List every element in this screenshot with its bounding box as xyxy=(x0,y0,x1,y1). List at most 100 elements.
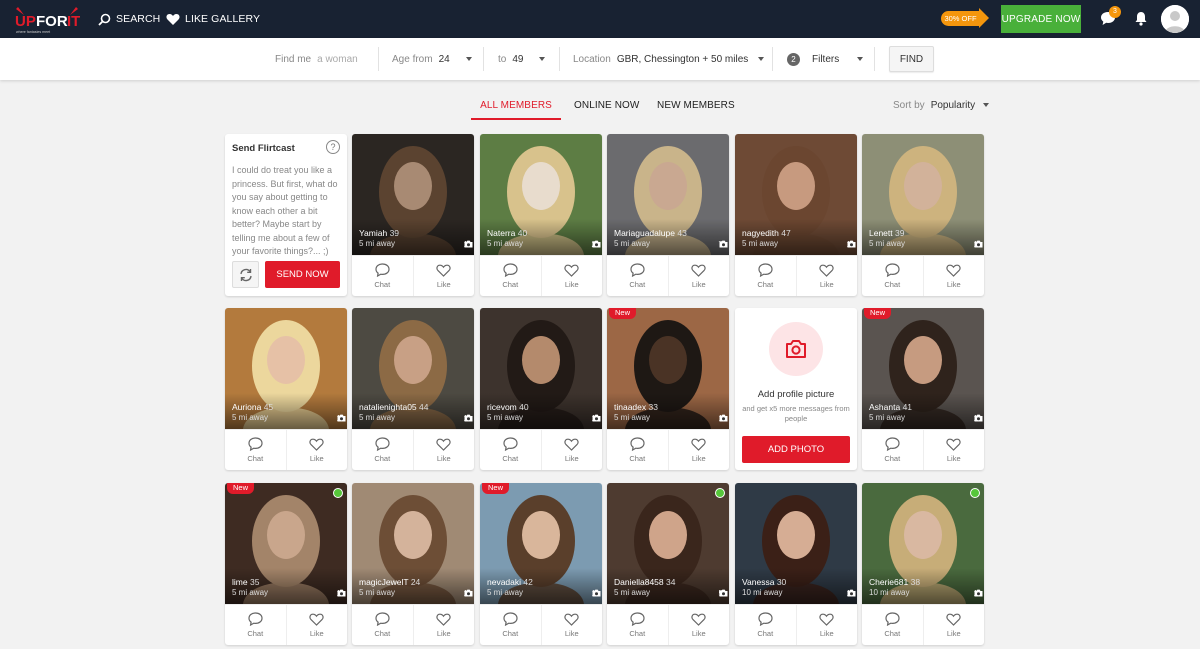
member-photo[interactable]: New tinaadex 335 mi away 1 xyxy=(607,308,729,429)
member-age: 35 xyxy=(249,577,260,587)
upforit-logo[interactable]: UP FOR IT where fantasies meet xyxy=(14,5,80,35)
photo-count: 1 xyxy=(719,414,728,423)
like-button[interactable]: Like xyxy=(414,430,475,470)
like-button[interactable]: Like xyxy=(924,605,985,645)
member-photo[interactable]: New lime 355 mi away 1 xyxy=(225,483,347,604)
chat-bubble-icon xyxy=(375,612,390,626)
user-avatar[interactable] xyxy=(1161,5,1189,33)
upgrade-now-button[interactable]: UPGRADE NOW xyxy=(1001,5,1081,33)
member-distance: 5 mi away xyxy=(232,413,269,422)
chat-button[interactable]: Chat xyxy=(480,430,542,470)
like-button[interactable]: Like xyxy=(414,605,475,645)
like-button[interactable]: Like xyxy=(669,605,730,645)
member-name-age: natalienighta05 44 xyxy=(359,402,429,412)
camera-icon xyxy=(719,240,728,248)
member-age: 47 xyxy=(781,228,791,238)
chat-bubble-icon xyxy=(758,612,773,626)
chat-label: Chat xyxy=(374,280,391,289)
help-icon[interactable]: ? xyxy=(326,140,340,154)
member-photo[interactable]: magicJewelT 245 mi away1 xyxy=(352,483,474,604)
member-photo[interactable]: New Ashanta 415 mi away 1 xyxy=(862,308,984,429)
search-filter-bar: Find me a woman Age from 24 to 49 Locati… xyxy=(0,38,1200,80)
chat-button[interactable]: Chat xyxy=(862,605,924,645)
chat-button[interactable]: Chat xyxy=(607,605,669,645)
member-photo[interactable]: Auriona 455 mi away 1 xyxy=(225,308,347,429)
chat-button[interactable]: Chat xyxy=(480,605,542,645)
camera-icon xyxy=(974,240,983,248)
member-photo[interactable]: Lenett 395 mi away 1 xyxy=(862,134,984,255)
photo-count: 5 xyxy=(719,589,728,598)
filters-dropdown[interactable]: 2 Filters xyxy=(787,38,864,80)
like-button[interactable]: Like xyxy=(669,256,730,296)
refresh-message-button[interactable] xyxy=(232,261,259,288)
location-value: GBR, Chessington + 50 miles xyxy=(616,53,749,65)
find-me-label: Find me xyxy=(275,53,312,65)
member-photo[interactable]: natalienighta05 445 mi away1 xyxy=(352,308,474,429)
member-distance: 5 mi away xyxy=(232,588,269,597)
tab-all-members[interactable]: ALL MEMBERS xyxy=(471,100,561,120)
age-from-select[interactable]: Age from 24 xyxy=(392,38,472,80)
find-button[interactable]: FIND xyxy=(889,46,934,72)
camera-icon-circle[interactable] xyxy=(769,322,823,376)
sort-dropdown[interactable]: Sort by Popularity xyxy=(893,100,990,111)
like-button[interactable]: Like xyxy=(924,430,985,470)
like-button[interactable]: Like xyxy=(669,430,730,470)
like-button[interactable]: Like xyxy=(542,256,603,296)
member-photo[interactable]: Daniella8458 345 mi away5 xyxy=(607,483,729,604)
add-photo-button[interactable]: ADD PHOTO xyxy=(742,436,850,463)
like-label: Like xyxy=(309,628,324,638)
member-name: Vanessa xyxy=(742,577,775,587)
chat-button[interactable]: Chat xyxy=(607,256,669,296)
like-button[interactable]: Like xyxy=(797,256,858,296)
like-gallery-nav-link[interactable]: LIKE GALLERY xyxy=(166,11,260,27)
member-photo[interactable]: New nevadaki 425 mi away 1 xyxy=(480,483,602,604)
member-photo[interactable]: nagyedith 475 mi away 1 xyxy=(735,134,857,255)
like-button[interactable]: Like xyxy=(542,430,603,470)
like-button[interactable]: Like xyxy=(542,605,603,645)
like-button[interactable]: Like xyxy=(797,605,858,645)
chat-button[interactable]: Chat xyxy=(225,430,287,470)
member-age: 45 xyxy=(263,402,274,412)
member-photo[interactable]: Mariaguadalupe 435 mi away7 xyxy=(607,134,729,255)
heart-outline-icon xyxy=(564,264,579,277)
search-icon xyxy=(98,13,111,26)
member-photo[interactable]: Yamiah 395 mi away 1 xyxy=(352,134,474,255)
chat-button[interactable]: Chat xyxy=(862,256,924,296)
chat-label: Chat xyxy=(374,454,391,463)
tab-new-members[interactable]: NEW MEMBERS xyxy=(657,100,735,120)
age-to-select[interactable]: to 49 xyxy=(498,38,546,80)
find-me-select[interactable]: Find me a woman xyxy=(275,38,358,80)
chat-button[interactable]: Chat xyxy=(352,256,414,296)
member-photo[interactable]: Naterra 405 mi away 2 xyxy=(480,134,602,255)
member-card: nagyedith 475 mi away 1 Chat Like xyxy=(735,134,857,296)
camera-icon xyxy=(337,589,346,597)
chat-button[interactable]: Chat xyxy=(352,430,414,470)
like-button[interactable]: Like xyxy=(287,605,348,645)
member-photo[interactable]: Cherie681 3810 mi away 1 xyxy=(862,483,984,604)
member-photo[interactable]: ricevom 405 mi away 1 xyxy=(480,308,602,429)
chat-button[interactable]: Chat xyxy=(225,605,287,645)
location-select[interactable]: Location GBR, Chessington + 50 miles xyxy=(573,38,765,80)
chat-button[interactable]: Chat xyxy=(480,256,542,296)
tab-online-now[interactable]: ONLINE NOW xyxy=(574,100,639,120)
notifications-bell-icon[interactable] xyxy=(1134,11,1148,26)
camera-icon xyxy=(974,589,983,597)
chat-label: Chat xyxy=(502,454,519,463)
search-nav-link[interactable]: SEARCH xyxy=(98,11,160,27)
heart-icon xyxy=(166,13,180,25)
member-photo[interactable]: Vanessa 3010 mi away 1 xyxy=(735,483,857,604)
chat-button[interactable]: Chat xyxy=(735,256,797,296)
member-distance: 5 mi away xyxy=(359,413,396,422)
chat-button[interactable]: Chat xyxy=(607,430,669,470)
send-now-button[interactable]: SEND NOW xyxy=(265,261,340,288)
like-button[interactable]: Like xyxy=(924,256,985,296)
like-button[interactable]: Like xyxy=(287,430,348,470)
heart-outline-icon xyxy=(819,264,834,277)
chat-button[interactable]: Chat xyxy=(735,605,797,645)
like-button[interactable]: Like xyxy=(414,256,475,296)
chat-button[interactable]: Chat xyxy=(862,430,924,470)
find-me-value: a woman xyxy=(317,53,358,65)
photo-count: 1 xyxy=(974,414,983,423)
camera-icon xyxy=(464,240,473,248)
chat-button[interactable]: Chat xyxy=(352,605,414,645)
